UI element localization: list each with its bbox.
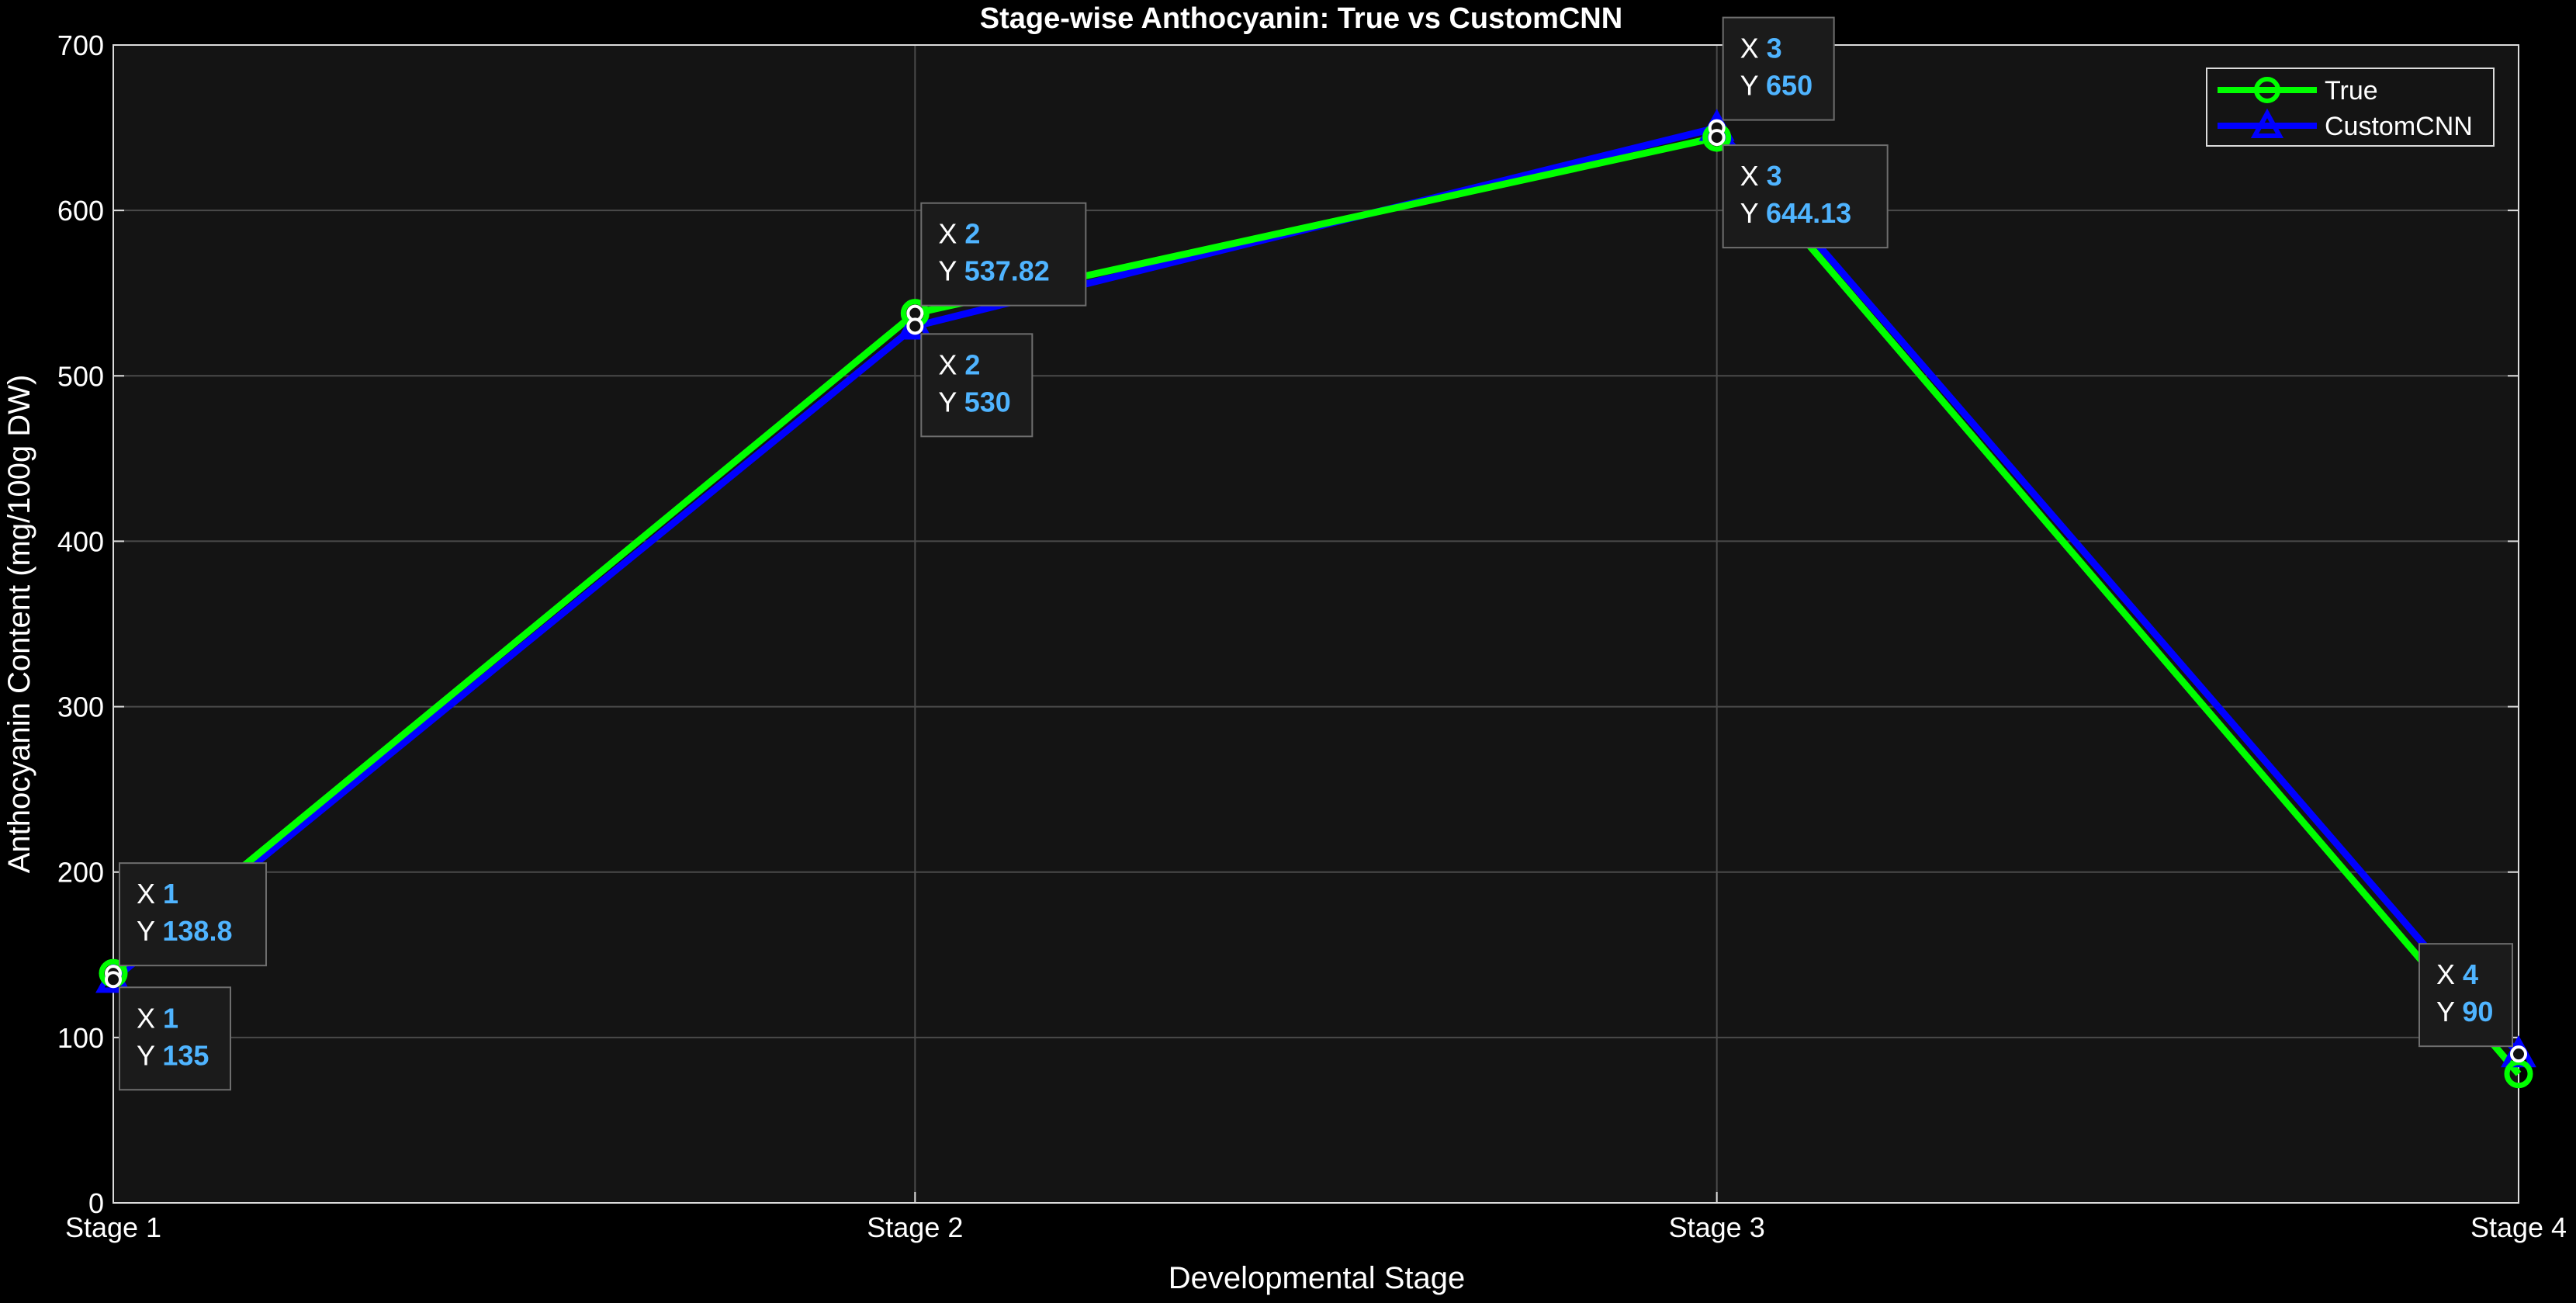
y-tick-label: 300	[57, 691, 104, 723]
datatip-anchor	[2510, 1045, 2527, 1063]
datatip-x-text: X 3	[1740, 160, 1782, 192]
datatip-x-value: 2	[964, 218, 980, 250]
datatip-y-text: Y 650	[1740, 70, 1813, 102]
legend-label-customcnn: CustomCNN	[2325, 112, 2473, 141]
datatip-x-value: 4	[2463, 958, 2478, 990]
datatip-x-text: X 1	[137, 1002, 178, 1034]
datatip-y-value: 138.8	[162, 915, 232, 947]
x-tick-label: Stage 3	[1669, 1211, 1765, 1243]
x-tick-label: Stage 4	[2470, 1211, 2567, 1243]
datatip-x-label: X	[137, 1002, 163, 1034]
datatip-y-value: 644.13	[1766, 197, 1851, 229]
datatip: X 3Y 650	[1708, 16, 1835, 137]
x-tick-label: Stage 1	[65, 1211, 161, 1243]
datatip-x-label: X	[938, 348, 964, 380]
datatip-y-value: 530	[964, 386, 1011, 418]
datatip: X 3Y 644.13	[1708, 129, 1889, 249]
datatip-x-value: 1	[163, 1002, 178, 1034]
datatip-y-label: Y	[938, 386, 964, 418]
datatip-y-value: 90	[2462, 996, 2493, 1027]
datatip-anchor	[105, 971, 122, 989]
plot-area	[113, 45, 2519, 1203]
datatip-x-text: X 2	[938, 218, 980, 250]
chart-title: Stage-wise Anthocyanin: True vs CustomCN…	[980, 2, 1622, 35]
datatip-x-value: 3	[1767, 160, 1782, 192]
datatip-x-label: X	[938, 218, 964, 250]
datatip-y-text: Y 537.82	[938, 255, 1049, 287]
y-tick-label: 500	[57, 360, 104, 392]
y-axis-label: Anthocyanin Content (mg/100g DW)	[2, 375, 36, 874]
datatip-x-value: 3	[1767, 33, 1782, 64]
datatip: X 2Y 537.82	[906, 202, 1087, 322]
datatip-x-label: X	[1740, 160, 1767, 192]
datatip-x-text: X 1	[137, 878, 178, 910]
legend-label-true: True	[2325, 76, 2378, 106]
datatip-x-value: 2	[964, 348, 980, 380]
datatip-x-text: X 3	[1740, 33, 1782, 64]
legend[interactable]: True CustomCNN	[2206, 68, 2495, 147]
x-axis-label: Developmental Stage	[1169, 1261, 1465, 1295]
datatip-y-label: Y	[2436, 996, 2462, 1027]
datatip-anchor	[1708, 129, 1726, 147]
datatip-y-text: Y 138.8	[137, 915, 232, 947]
datatip-y-text: Y 90	[2436, 996, 2493, 1027]
x-tick-label: Stage 2	[867, 1211, 963, 1243]
datatip-x-label: X	[137, 878, 163, 910]
datatip-y-text: Y 135	[137, 1039, 209, 1071]
datatip-y-label: Y	[137, 1039, 162, 1071]
datatip-x-text: X 2	[938, 348, 980, 380]
chart-figure: 0100200300400500600700Stage 1 Stage 2 Stag…	[0, 0, 2576, 1303]
datatip-x-text: X 4	[2436, 958, 2478, 990]
datatip-y-value: 650	[1766, 70, 1813, 102]
datatip-y-label: Y	[1740, 197, 1766, 229]
datatip-x-value: 1	[163, 878, 178, 910]
datatip-x-label: X	[2436, 958, 2463, 990]
datatip: X 4Y 90	[2418, 943, 2527, 1063]
datatip-y-value: 135	[162, 1039, 209, 1071]
datatip: X 1Y 138.8	[105, 862, 267, 982]
datatip-anchor	[906, 317, 924, 335]
datatip: X 1Y 135	[105, 971, 231, 1091]
datatip-y-value: 537.82	[964, 255, 1050, 287]
y-tick-label: 700	[57, 29, 104, 61]
y-tick-label: 400	[57, 525, 104, 557]
datatip-y-label: Y	[137, 915, 162, 947]
datatip-y-text: Y 644.13	[1740, 197, 1851, 229]
datatip-x-label: X	[1740, 33, 1767, 64]
y-tick-label: 600	[57, 195, 104, 227]
y-tick-label: 100	[57, 1022, 104, 1054]
datatip: X 2Y 530	[906, 317, 1034, 438]
datatip-y-label: Y	[938, 255, 964, 287]
y-tick-label: 200	[57, 857, 104, 889]
datatip-y-label: Y	[1740, 70, 1766, 102]
datatip-y-text: Y 530	[938, 386, 1010, 418]
